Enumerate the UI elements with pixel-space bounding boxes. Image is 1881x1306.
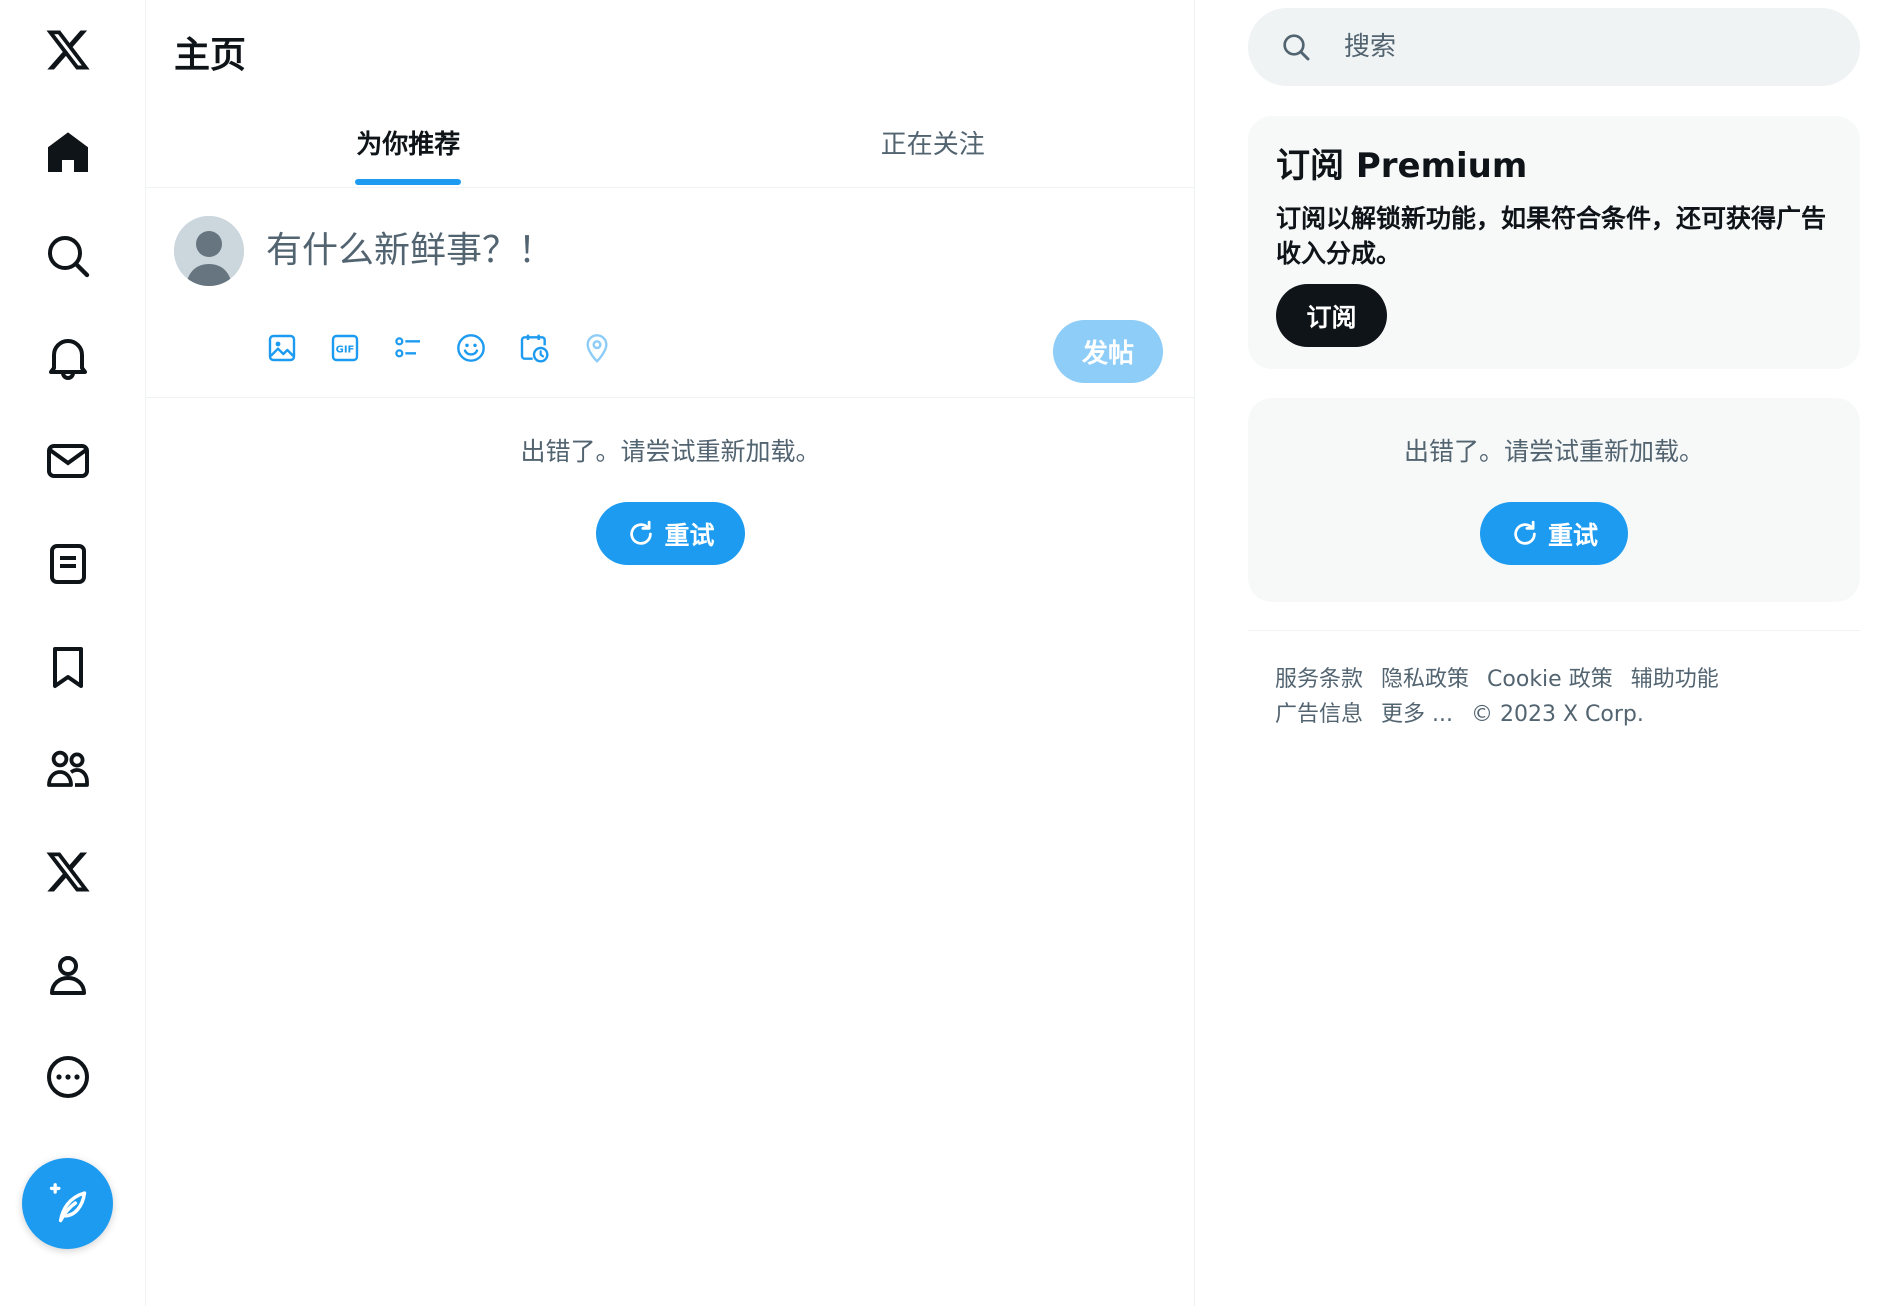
tag-location-button[interactable] (579, 330, 615, 366)
retry-button[interactable]: 重试 (1479, 502, 1628, 565)
copyright: © 2023 X Corp. (1471, 702, 1644, 727)
add-media-button[interactable] (264, 330, 300, 366)
composer-toolbar: GIF (264, 330, 615, 366)
tab-label: 为你推荐 (356, 130, 461, 160)
search-box[interactable] (1248, 8, 1860, 86)
active-tab-indicator (355, 179, 462, 185)
trends-error: 出错了。请尝试重新加载。 重试 (1248, 398, 1860, 602)
search-icon (1283, 34, 1310, 61)
home-icon (48, 132, 88, 172)
retry-label: 重试 (664, 520, 715, 550)
error-message: 出错了。请尝试重新加载。 (520, 437, 821, 466)
gif-icon: GIF (331, 334, 359, 362)
svg-text:GIF: GIF (336, 345, 355, 356)
nav-bookmarks[interactable] (28, 627, 108, 707)
communities-icon (47, 750, 89, 787)
footer-link-more[interactable]: 更多 ... (1381, 702, 1453, 727)
premium-x-icon (46, 852, 90, 892)
footer-link-cookies[interactable]: Cookie 政策 (1487, 667, 1613, 692)
more-icon (47, 1056, 89, 1098)
profile-icon (50, 956, 86, 995)
nav-communities[interactable] (28, 729, 108, 809)
location-icon (586, 334, 608, 363)
post-button[interactable]: 发帖 (1053, 320, 1163, 383)
compose-feather-icon (49, 1182, 86, 1222)
retry-button[interactable]: 重试 (596, 502, 745, 565)
nav-messages[interactable] (28, 421, 108, 501)
poll-icon (395, 337, 420, 358)
tab-label: 正在关注 (880, 130, 985, 160)
lists-icon (50, 544, 86, 584)
nav-lists[interactable] (28, 524, 108, 604)
x-logo-icon[interactable] (28, 10, 108, 90)
schedule-icon (520, 334, 549, 363)
timeline-error: 出错了。请尝试重新加载。 重试 (146, 432, 1195, 565)
footer-link-privacy[interactable]: 隐私政策 (1381, 667, 1469, 692)
image-icon (268, 334, 296, 362)
nav-premium[interactable] (28, 832, 108, 912)
error-message: 出错了。请尝试重新加载。 (1403, 437, 1704, 466)
page-title: 主页 (174, 35, 247, 76)
sidebar-nav (0, 0, 146, 1306)
notifications-icon (49, 339, 87, 380)
add-gif-button[interactable]: GIF (327, 330, 363, 366)
footer-link-accessibility[interactable]: 辅助功能 (1631, 667, 1719, 692)
post-composer: GIF 发帖 (146, 188, 1195, 398)
tab-for-you[interactable]: 为你推荐 (146, 106, 671, 187)
nav-profile[interactable] (28, 935, 108, 1015)
footer-link-ads-info[interactable]: 广告信息 (1275, 702, 1363, 727)
composer-input[interactable] (266, 224, 966, 276)
divider (1248, 630, 1860, 631)
retry-label: 重试 (1547, 520, 1598, 550)
messages-icon (47, 444, 89, 478)
footer: 服务条款 隐私政策 Cookie 政策 辅助功能 广告信息 更多 ... © 2023 X… (1275, 662, 1835, 732)
timeline-tabs: 为你推荐 正在关注 (146, 106, 1195, 188)
search-input[interactable] (1344, 27, 1824, 67)
main-column: 主页 为你推荐 正在关注 GIF (146, 0, 1195, 1306)
explore-icon (48, 236, 90, 278)
tab-following[interactable]: 正在关注 (671, 106, 1196, 187)
nav-home[interactable] (28, 113, 108, 193)
nav-notifications[interactable] (28, 318, 108, 398)
premium-description: 订阅以解锁新功能，如果符合条件，还可获得广告收入分成。 (1276, 204, 1827, 268)
compose-button[interactable] (22, 1158, 113, 1249)
refresh-icon (1514, 520, 1536, 545)
nav-explore[interactable] (28, 216, 108, 296)
premium-title: 订阅 Premium (1276, 146, 1528, 186)
footer-link-terms[interactable]: 服务条款 (1275, 667, 1363, 692)
premium-card: 订阅 Premium 订阅以解锁新功能，如果符合条件，还可获得广告收入分成。 订… (1248, 116, 1860, 369)
add-poll-button[interactable] (390, 330, 426, 366)
refresh-icon (630, 520, 653, 545)
emoji-icon (457, 334, 485, 362)
subscribe-button[interactable]: 订阅 (1276, 284, 1387, 347)
add-emoji-button[interactable] (453, 330, 489, 366)
avatar[interactable] (174, 216, 244, 286)
bookmarks-icon (53, 647, 83, 688)
default-avatar-icon (174, 216, 244, 286)
schedule-button[interactable] (516, 330, 552, 366)
nav-more[interactable] (28, 1037, 108, 1117)
